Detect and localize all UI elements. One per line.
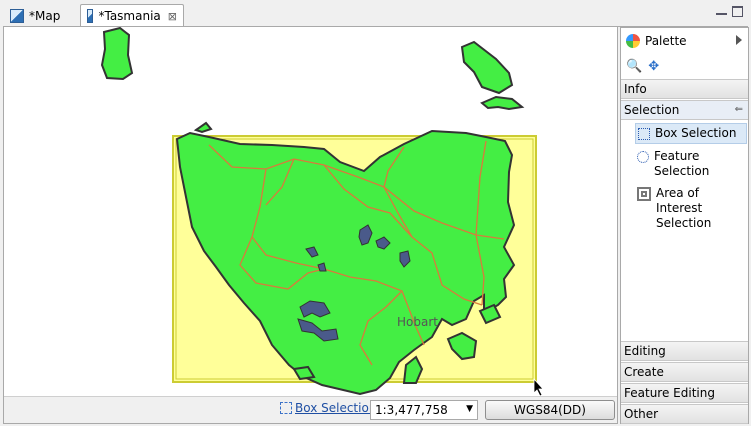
lake — [317, 262, 327, 272]
drawer-other-label: Other — [624, 407, 659, 421]
drawer-info-label: Info — [624, 82, 647, 96]
drawer-feature-editing[interactable]: Feature Editing — [621, 383, 748, 403]
king-island — [100, 27, 134, 81]
city-label-hobart: Hobart — [397, 315, 438, 329]
map-canvas[interactable]: Hobart — [4, 27, 617, 396]
tab-tasmania-label: *Tasmania — [98, 9, 161, 23]
box-selection-icon — [280, 402, 292, 414]
palette-title: Palette — [645, 34, 687, 48]
palette-header: Palette — [621, 28, 748, 54]
small-northern-islet — [193, 121, 213, 134]
entry-label: Box Selection — [655, 126, 737, 140]
chevron-down-icon: ▼ — [466, 404, 473, 414]
crs-button[interactable]: WGS84(DD) — [485, 400, 615, 420]
map-editor: Hobart Box Selection 1:3,477,758 ▼ WGS84… — [3, 27, 618, 424]
mouse-cursor — [533, 377, 544, 396]
scale-value: 1:3,477,758 — [375, 403, 448, 417]
entry-label: Feature Selection — [654, 149, 710, 178]
palette-icon — [626, 34, 640, 48]
scale-dropdown[interactable]: 1:3,477,758 ▼ — [370, 400, 478, 420]
active-tool-link[interactable]: Box Selection — [280, 401, 376, 415]
flinders-island — [460, 40, 514, 95]
drawer-create-label: Create — [624, 365, 664, 379]
drawer-editing-label: Editing — [624, 344, 666, 358]
box-selection-icon — [638, 128, 650, 140]
palette-view: Palette 🔍 ✥ Info Selection ⇐ Box Selecti… — [620, 27, 749, 424]
feature-selection-icon — [637, 151, 649, 163]
palette-entry-box-selection[interactable]: Box Selection — [635, 123, 747, 144]
drawer-feature-editing-label: Feature Editing — [624, 386, 715, 400]
tab-map-label: *Map — [29, 8, 61, 23]
drawer-selection-label: Selection — [624, 103, 680, 117]
editor-tab-bar: *Map *Tasmania ⊠ — [0, 0, 751, 27]
map-icon — [87, 9, 94, 23]
drawer-info[interactable]: Info — [621, 79, 748, 99]
entry-label: Area of Interest Selection — [656, 186, 712, 230]
palette-toolbar: 🔍 ✥ — [621, 55, 748, 77]
palette-entry-feature-selection[interactable]: Feature Selection — [635, 147, 747, 181]
expand-collapse-icon[interactable]: ⇐ — [735, 101, 743, 119]
drawer-selection[interactable]: Selection ⇐ — [621, 100, 748, 120]
collapse-palette-icon[interactable] — [736, 35, 742, 45]
minimize-icon[interactable] — [716, 6, 727, 15]
area-of-interest-icon — [637, 187, 651, 201]
map-icon — [10, 8, 24, 23]
drawer-create[interactable]: Create — [621, 362, 748, 382]
palette-entry-area-of-interest[interactable]: Area of Interest Selection — [635, 184, 747, 233]
cape-barren-island — [480, 95, 525, 111]
pan-icon[interactable]: ✥ — [648, 59, 659, 74]
tab-map[interactable]: *Map — [4, 4, 80, 27]
drawer-editing[interactable]: Editing — [621, 341, 748, 361]
map-status-bar: Box Selection 1:3,477,758 ▼ WGS84(DD) — [4, 396, 617, 423]
drawer-other[interactable]: Other — [621, 404, 748, 424]
maximize-icon[interactable] — [732, 6, 743, 17]
tab-tasmania[interactable]: *Tasmania ⊠ — [80, 4, 184, 27]
active-tool-label: Box Selection — [295, 401, 377, 415]
close-icon[interactable]: ⊠ — [168, 10, 177, 23]
zoom-icon[interactable]: 🔍 — [626, 59, 642, 74]
